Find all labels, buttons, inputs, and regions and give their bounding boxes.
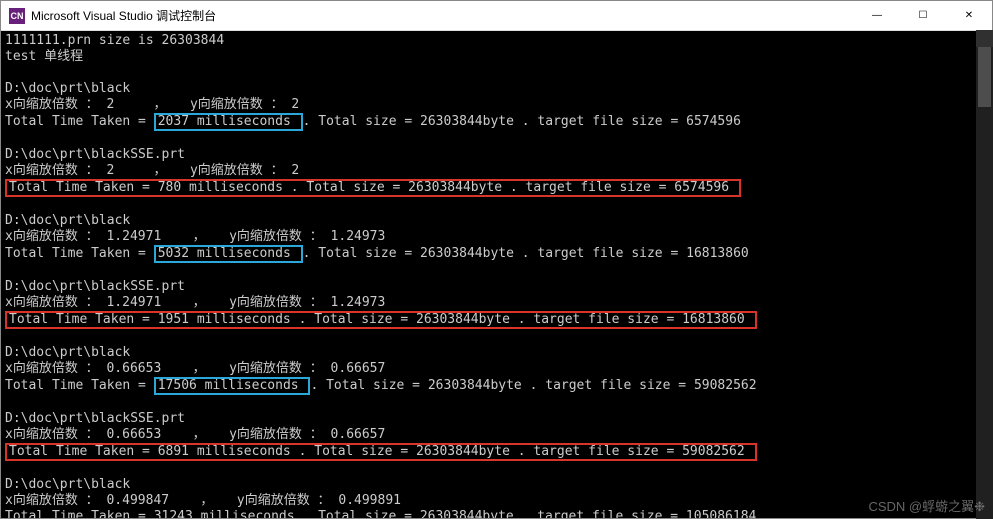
scale-x-1: 2 ， [99, 163, 190, 178]
scale-x-label-5: x向缩放倍数 ： [5, 427, 99, 442]
path-2: D:\doc\prt\black [5, 213, 130, 228]
full-line-3: Total Time Taken = 1951 milliseconds . T… [5, 311, 757, 329]
path-0: D:\doc\prt\black [5, 81, 130, 96]
scale-y-label-5: y向缩放倍数 ： [229, 427, 323, 442]
watermark: CSDN @蜉蝣之翼❉ [868, 496, 985, 515]
scale-x-label-4: x向缩放倍数 ： [5, 361, 99, 376]
vertical-scrollbar[interactable] [976, 30, 993, 519]
time-prefix-2: Total Time Taken = [5, 246, 154, 261]
scale-x-4: 0.66653 ， [99, 361, 229, 376]
path-4: D:\doc\prt\black [5, 345, 130, 360]
time-value-2: 5032 milliseconds [154, 245, 303, 263]
minimize-button[interactable]: — [854, 1, 900, 30]
scale-y-2: 1.24973 [323, 229, 386, 244]
close-button[interactable]: ✕ [946, 1, 992, 30]
scale-x-label-2: x向缩放倍数 ： [5, 229, 99, 244]
console-output[interactable]: 1111111.prn size is 26303844 test 单线程 D:… [1, 31, 992, 518]
scale-y-label-3: y向缩放倍数 ： [229, 295, 323, 310]
scale-y-label-1: y向缩放倍数 ： [190, 163, 284, 178]
path-1: D:\doc\prt\blackSSE.prt [5, 147, 185, 162]
scale-x-5: 0.66653 ， [99, 427, 229, 442]
path-5: D:\doc\prt\blackSSE.prt [5, 411, 185, 426]
path-6: D:\doc\prt\black [5, 477, 130, 492]
maximize-button[interactable]: ☐ [900, 1, 946, 30]
time-prefix-6: Total Time Taken = 31243 milliseconds . … [5, 509, 756, 518]
scale-x-0: 2 ， [99, 97, 190, 112]
full-line-5: Total Time Taken = 6891 milliseconds . T… [5, 443, 757, 461]
scale-x-label-1: x向缩放倍数 ： [5, 163, 99, 178]
window-title: Microsoft Visual Studio 调试控制台 [31, 7, 854, 24]
scale-y-4: 0.66657 [323, 361, 386, 376]
scale-y-6: 0.499891 [331, 493, 401, 508]
rest-4: . Total size = 26303844byte . target fil… [310, 378, 756, 393]
scale-y-label-6: y向缩放倍数 ： [237, 493, 331, 508]
scale-x-2: 1.24971 ， [99, 229, 229, 244]
time-value-4: 17506 milliseconds [154, 377, 311, 395]
scroll-up-arrow[interactable] [976, 30, 993, 47]
path-3: D:\doc\prt\blackSSE.prt [5, 279, 185, 294]
scale-x-label-0: x向缩放倍数 ： [5, 97, 99, 112]
scale-y-label-0: y向缩放倍数 ： [190, 97, 284, 112]
scale-y-5: 0.66657 [323, 427, 386, 442]
time-prefix-4: Total Time Taken = [5, 378, 154, 393]
scale-y-3: 1.24973 [323, 295, 386, 310]
scale-y-label-2: y向缩放倍数 ： [229, 229, 323, 244]
scale-y-0: 2 [284, 97, 300, 112]
titlebar[interactable]: CN Microsoft Visual Studio 调试控制台 — ☐ ✕ [1, 1, 992, 31]
scale-x-label-6: x向缩放倍数 ： [5, 493, 99, 508]
app-window: CN Microsoft Visual Studio 调试控制台 — ☐ ✕ 1… [0, 0, 993, 519]
rest-2: . Total size = 26303844byte . target fil… [303, 246, 749, 261]
intro-line2: test 单线程 [5, 49, 83, 64]
scale-x-6: 0.499847 ， [99, 493, 237, 508]
rest-0: . Total size = 26303844byte . target fil… [303, 114, 741, 129]
time-prefix-0: Total Time Taken = [5, 114, 154, 129]
scale-x-3: 1.24971 ， [99, 295, 229, 310]
window-controls: — ☐ ✕ [854, 1, 992, 30]
scale-y-label-4: y向缩放倍数 ： [229, 361, 323, 376]
intro-line1: 1111111.prn size is 26303844 [5, 33, 224, 48]
full-line-1: Total Time Taken = 780 milliseconds . To… [5, 179, 741, 197]
app-icon: CN [9, 8, 25, 24]
scale-x-label-3: x向缩放倍数 ： [5, 295, 99, 310]
time-value-0: 2037 milliseconds [154, 113, 303, 131]
scroll-thumb[interactable] [978, 47, 991, 107]
scale-y-1: 2 [284, 163, 300, 178]
